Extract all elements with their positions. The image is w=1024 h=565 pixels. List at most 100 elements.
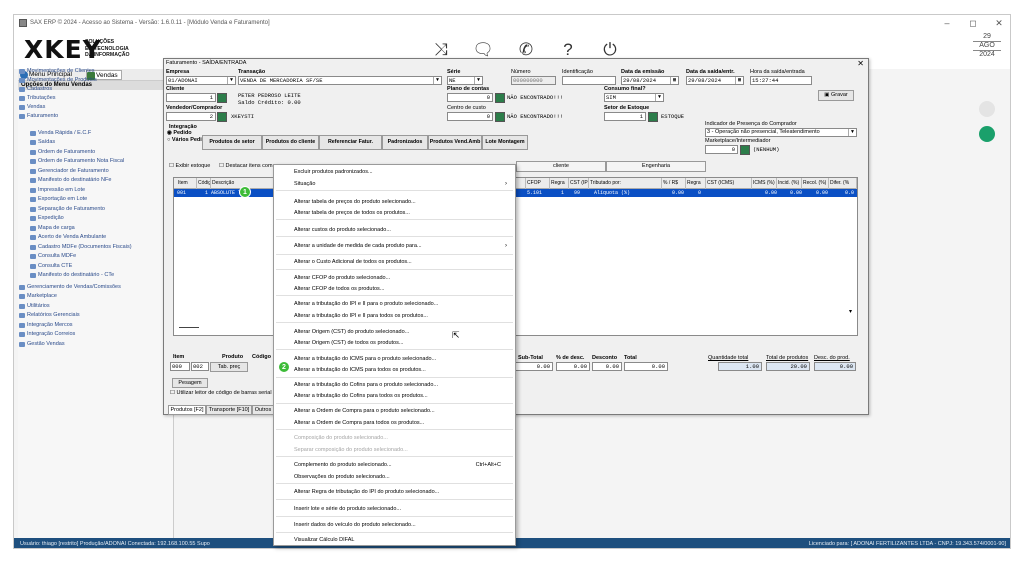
toolbar-button[interactable]: Padronizados [382, 135, 428, 150]
search-plano-button[interactable] [495, 93, 505, 103]
context-menu-item[interactable]: Alterar CFOP do produto selecionado... [274, 273, 515, 283]
minimize-button[interactable]: – [934, 15, 960, 31]
sidebar-item[interactable]: Gerenciamento de Vendas/Comissões [18, 283, 174, 292]
context-menu-item[interactable]: Alterar a tributação do ICMS para o prod… [274, 354, 515, 364]
leitor-checkbox[interactable]: ☐ Utilizar leitor de código de barras se… [170, 390, 272, 397]
notification-icon[interactable] [979, 101, 995, 117]
sidebar-item[interactable]: Expedição [18, 214, 174, 223]
gravar-button[interactable]: ▣ Gravar [818, 90, 854, 101]
toolbar-button[interactable]: Produtos Vend.Amb [428, 135, 482, 150]
context-menu-item[interactable]: Alterar a Ordem de Compra para todos os … [274, 418, 515, 428]
vendedor-code-field[interactable]: 2 [166, 112, 216, 121]
sidebar-item[interactable]: Gerenciador de Faturamento [18, 167, 174, 176]
data-saida-field[interactable]: 29/08/2024 ▦ [686, 76, 744, 85]
context-menu-item[interactable]: Alterar CFOP de todos os produtos... [274, 284, 515, 294]
grid-column-header[interactable]: ICMS (%) [752, 178, 777, 189]
context-menu-item[interactable]: Inserir dados do veículo do produto sele… [274, 520, 515, 530]
tab-outros[interactable]: Outros [252, 405, 274, 415]
grid-column-header[interactable]: Recol. (%) [802, 178, 829, 189]
context-menu-item[interactable]: Alterar a unidade de medida de cada prod… [274, 241, 515, 251]
search-marketplace-button[interactable] [740, 145, 750, 155]
grid-column-header[interactable]: Incid. (%) [777, 178, 802, 189]
context-menu-item[interactable]: Inserir lote e série do produto selecion… [274, 504, 515, 514]
grid-column-header[interactable]: Difer. (% [829, 178, 857, 189]
toolbar-button[interactable]: Referenciar Fatur. [319, 135, 382, 150]
search-centro-button[interactable] [495, 112, 505, 122]
search-setor-button[interactable] [648, 112, 658, 122]
sidebar-item[interactable]: Exportação em Lote [18, 195, 174, 204]
desconto-field[interactable]: 0.00 [592, 362, 622, 371]
toolbar-button[interactable]: Lote Montagem [482, 135, 528, 150]
sidebar-item[interactable]: Acerto de Venda Ambulante [18, 233, 174, 242]
context-menu-item[interactable]: Alterar Origem (CST) de todos os produto… [274, 338, 515, 348]
sidebar-item[interactable]: Tributações [18, 94, 174, 103]
sidebar-item[interactable]: Integração Correios [18, 330, 174, 339]
sidebar-item[interactable]: Cadastro MDFe (Documentos Fiscais) [18, 243, 174, 252]
plano-code-field[interactable]: 0 [447, 93, 493, 102]
radio-pedido[interactable]: ◉ Pedido [167, 130, 192, 137]
sidebar-item[interactable]: Mapa de carga [18, 224, 174, 233]
sidebar-item[interactable]: Manifesto do destinatário NFe [18, 176, 174, 185]
context-menu-item[interactable]: Alterar Origem (CST) do produto selecion… [274, 327, 515, 337]
produto-field[interactable]: 002 [191, 362, 209, 371]
data-emissao-field[interactable]: 29/08/2024 ▦ [621, 76, 679, 85]
sidebar-item[interactable]: Ordem de Faturamento [18, 148, 174, 157]
cliente-code-field[interactable]: 1 [166, 93, 216, 102]
sidebar-item[interactable]: Cadastros [18, 85, 174, 94]
transacao-select[interactable]: VENDA DE MERCADORIA SF/SE ▼ [238, 76, 442, 85]
grid-column-header[interactable]: Item [177, 178, 197, 189]
setor-code-field[interactable]: 1 [604, 112, 646, 121]
sidebar-item[interactable]: Faturamento [18, 112, 174, 121]
scroll-down-icon[interactable]: ▾ [849, 308, 852, 315]
identificacao-field[interactable] [562, 76, 616, 85]
sidebar-item[interactable]: Impressão em Lote [18, 186, 174, 195]
indicador-select[interactable]: 3 - Operação não presencial, Teleatendim… [705, 128, 857, 137]
sidebar-item[interactable]: Consulta CTE [18, 262, 174, 271]
empresa-select[interactable]: 01/ADONAI ▼ [166, 76, 236, 85]
tab-preco-button[interactable]: Tab. preç [210, 362, 248, 372]
sidebar-item[interactable]: Manifesto do destinatário - CTe [18, 271, 174, 280]
grid-column-header[interactable]: Regra [550, 178, 569, 189]
desc-field[interactable]: 0.00 [556, 362, 590, 371]
consumo-select[interactable]: SIM ▼ [604, 93, 664, 102]
context-menu-item[interactable]: Alterar tabela de preços do produto sele… [274, 197, 515, 207]
context-menu-item[interactable]: Alterar Regra de tributação do IPI do pr… [274, 487, 515, 497]
sidebar-item[interactable]: Gestão Vendas [18, 340, 174, 349]
sidebar-item[interactable]: Utilitários [18, 302, 174, 311]
context-menu-item[interactable]: Alterar custos do produto selecionado... [274, 225, 515, 235]
tab-cliente[interactable]: cliente [516, 161, 606, 172]
grid-column-header[interactable]: Código [197, 178, 211, 189]
toolbar-button[interactable]: Produtos de setor [202, 135, 262, 150]
serie-select[interactable]: NE ▼ [447, 76, 483, 85]
calendar-icon[interactable] [979, 126, 995, 142]
tab-transporte[interactable]: Transporte [F10] [206, 405, 252, 415]
sidebar-item[interactable]: Movimentações de Clientes [18, 67, 174, 76]
context-menu-item[interactable]: Complemento do produto selecionado... Ctr… [274, 460, 515, 470]
context-menu-item[interactable]: Alterar a tributação do Cofins para todo… [274, 391, 515, 401]
context-menu-item[interactable]: Alterar a tributação do ICMS para todos … [274, 365, 515, 375]
tab-engenharia[interactable]: Engenharia [606, 161, 706, 172]
maximize-button[interactable]: ◻ [960, 15, 986, 31]
context-menu-item[interactable]: Alterar tabela de preços de todos os pro… [274, 208, 515, 218]
context-menu-item[interactable]: Situação › [274, 179, 515, 189]
context-menu-item[interactable]: Alterar a tributação do IPI e II para to… [274, 311, 515, 321]
sidebar-item[interactable]: Saídas [18, 138, 174, 147]
dialog-close-button[interactable]: ✕ [857, 59, 864, 68]
item-field[interactable]: 000 [170, 362, 190, 371]
context-menu-item[interactable]: Alterar a tributação do IPI e II para o … [274, 299, 515, 309]
sidebar-item[interactable]: Integração Mercos [18, 321, 174, 330]
context-menu-item[interactable]: Alterar a tributação do Cofins para o pr… [274, 380, 515, 390]
search-vendedor-button[interactable] [217, 112, 227, 122]
context-menu-item[interactable]: Observações do produto selecionado... [274, 472, 515, 482]
context-menu-item[interactable]: Alterar o Custo Adicional de todos os pr… [274, 257, 515, 267]
grid-column-header[interactable]: CST (IPI) [569, 178, 589, 189]
sidebar-item[interactable]: Relatórios Gerenciais [18, 311, 174, 320]
context-menu-item[interactable]: Alterar a Ordem de Compra para o produto… [274, 406, 515, 416]
grid-column-header[interactable]: Tributado por: [589, 178, 662, 189]
grid-column-header[interactable]: % / R$ [662, 178, 686, 189]
grid-column-header[interactable]: CFOP [526, 178, 550, 189]
grid-column-header[interactable]: Regra [686, 178, 706, 189]
tab-produtos[interactable]: Produtos [F2] [168, 405, 206, 415]
pesagem-button[interactable]: Pesagem [172, 378, 208, 388]
numero-field[interactable]: 000000000 [511, 76, 556, 85]
